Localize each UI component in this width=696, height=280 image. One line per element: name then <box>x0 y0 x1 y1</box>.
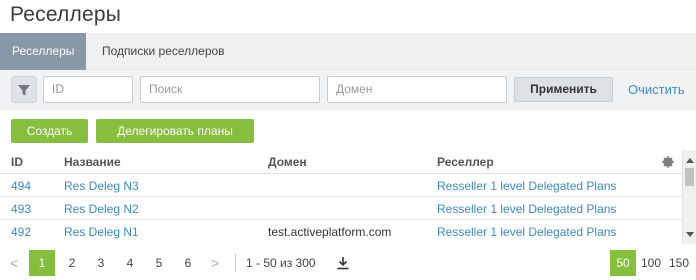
cell-reseller[interactable]: Resseller 1 level Delegated Plans <box>437 202 616 216</box>
delegate-plans-button[interactable]: Делегировать планы <box>96 119 254 143</box>
scroll-down-arrow-icon[interactable] <box>686 232 694 237</box>
cell-name[interactable]: Res Deleg N3 <box>64 179 139 193</box>
create-button[interactable]: Создать <box>11 119 88 143</box>
page-button-3[interactable]: 3 <box>88 250 114 276</box>
column-header-reseller[interactable]: Реселлер <box>437 155 494 169</box>
page-button-1[interactable]: 1 <box>29 250 55 276</box>
tab-bar: Реселлеры Подписки реселлеров <box>0 33 696 70</box>
search-input[interactable]: Поиск <box>140 76 320 103</box>
page-range-text: 1 - 50 из 300 <box>246 256 316 270</box>
cell-id[interactable]: 494 <box>11 179 31 193</box>
tab-resellers[interactable]: Реселлеры <box>0 33 86 70</box>
page-button-4[interactable]: 4 <box>117 250 143 276</box>
column-header-id[interactable]: ID <box>11 155 23 169</box>
prev-page-button[interactable]: < <box>2 250 26 276</box>
clear-link[interactable]: Очистить <box>628 82 685 97</box>
column-header-domain[interactable]: Домен <box>268 155 307 169</box>
domain-filter-input[interactable]: Домен <box>327 76 507 103</box>
id-filter-input[interactable]: ID <box>43 76 133 103</box>
cell-id[interactable]: 492 <box>11 225 31 239</box>
page-button-6[interactable]: 6 <box>175 250 201 276</box>
table-row[interactable]: 494 Res Deleg N3 Resseller 1 level Deleg… <box>0 174 682 197</box>
page-button-2[interactable]: 2 <box>59 250 85 276</box>
next-page-button[interactable]: > <box>203 250 227 276</box>
page-button-5[interactable]: 5 <box>146 250 172 276</box>
pagination: < 1 2 3 4 5 6 > 1 - 50 из 300 50 100 150 <box>0 246 696 280</box>
cell-reseller[interactable]: Resseller 1 level Delegated Plans <box>437 179 616 193</box>
column-header-name[interactable]: Название <box>64 155 121 169</box>
filter-icon <box>18 84 30 95</box>
pager-divider <box>235 254 236 272</box>
table-row[interactable]: 492 Res Deleg N1 test.activeplatform.com… <box>0 220 682 243</box>
cell-name[interactable]: Res Deleg N1 <box>64 225 139 239</box>
cell-reseller[interactable]: Resseller 1 level Delegated Plans <box>437 225 616 239</box>
scrollbar-thumb[interactable] <box>685 168 694 186</box>
settings-gear-icon[interactable] <box>661 155 675 169</box>
table-scrollbar[interactable] <box>682 150 696 244</box>
scroll-up-arrow-icon[interactable] <box>686 158 694 163</box>
apply-button[interactable]: Применить <box>514 77 613 102</box>
page-size-150[interactable]: 150 <box>666 250 692 276</box>
filter-bar: ID Поиск Домен Применить Очистить <box>0 70 696 110</box>
page-size-100[interactable]: 100 <box>638 250 664 276</box>
page-title: Реселлеры <box>10 3 122 26</box>
cell-domain: test.activeplatform.com <box>268 225 392 239</box>
tab-reseller-subscriptions[interactable]: Подписки реселлеров <box>90 33 237 70</box>
cell-name[interactable]: Res Deleg N2 <box>64 202 139 216</box>
cell-id[interactable]: 493 <box>11 202 31 216</box>
page-size-50[interactable]: 50 <box>610 250 636 276</box>
download-icon[interactable] <box>336 256 350 270</box>
filter-toggle-button[interactable] <box>11 76 37 103</box>
table-header: ID Название Домен Реселлер <box>0 150 682 174</box>
table-row[interactable]: 493 Res Deleg N2 Resseller 1 level Deleg… <box>0 197 682 220</box>
